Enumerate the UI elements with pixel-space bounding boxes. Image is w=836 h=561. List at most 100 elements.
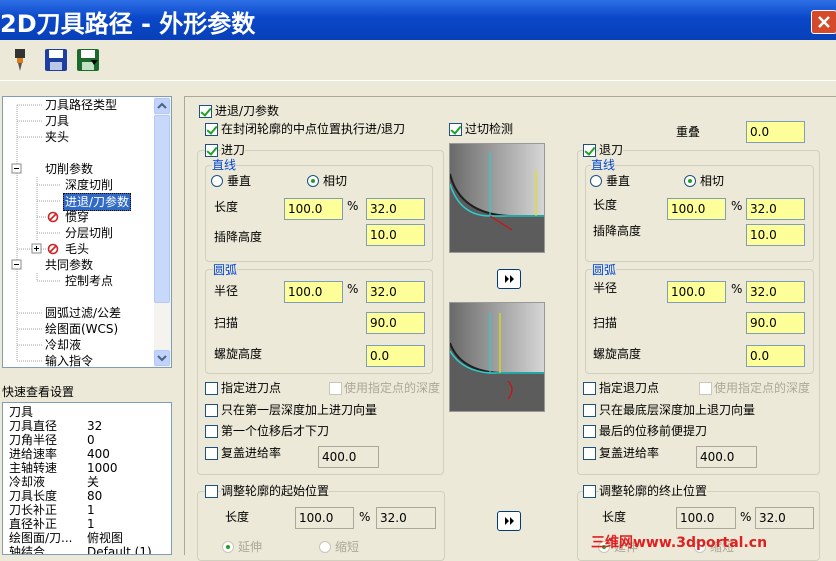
tree-item-tabs[interactable]: 毛头	[65, 241, 89, 257]
double-arrow-right-icon	[505, 517, 514, 525]
tree-item-break-through[interactable]: 惯穿	[65, 209, 89, 225]
exit-helix-input[interactable]: 0.0	[746, 345, 805, 367]
entry-checkbox[interactable]	[205, 144, 218, 157]
close-icon	[818, 16, 830, 28]
adjust-start-percent-input[interactable]: 100.0	[295, 507, 354, 529]
adjust-end-length-input[interactable]: 32.0	[755, 507, 814, 529]
copy-adjust-button[interactable]	[497, 511, 521, 531]
tree-item-linking-params[interactable]: 共同参数	[45, 257, 93, 273]
entry-feed-override-checkbox[interactable]	[205, 447, 218, 460]
tree-item-arc-filter[interactable]: 圆弧过滤/公差	[45, 305, 121, 321]
exit-preview-image	[449, 302, 545, 412]
watermark: 三维网www.3dportal.cn	[591, 535, 768, 551]
adjust-end-percent-input[interactable]: 100.0	[676, 507, 736, 529]
percent-sign: %	[347, 199, 359, 213]
entry-first-depth-checkbox[interactable]	[205, 404, 218, 417]
tree-item-tool[interactable]: 刀具	[45, 113, 69, 129]
entry-preview-image	[449, 143, 545, 253]
exit-feed-input[interactable]: 400.0	[696, 446, 757, 468]
exit-point-label: 指定退刀点	[599, 381, 660, 395]
entry-use-point-depth-checkbox[interactable]	[329, 382, 342, 395]
exit-title: 退刀	[599, 143, 624, 157]
entry-length-input[interactable]: 32.0	[366, 198, 425, 220]
adjust-start-shorten-radio[interactable]	[319, 541, 331, 553]
title-bar: 2D刀具路径 - 外形参数	[0, 0, 836, 40]
exit-sweep-label: 扫描	[593, 316, 618, 330]
scroll-up-button[interactable]	[154, 98, 170, 114]
exit-perpendicular-label: 垂直	[606, 174, 631, 188]
entry-first-move-checkbox[interactable]	[205, 425, 218, 438]
chevron-up-icon	[157, 102, 167, 109]
save-as-icon[interactable]	[76, 48, 100, 72]
quickview-value: 400	[87, 447, 110, 461]
entry-perpendicular-radio[interactable]	[211, 175, 223, 187]
entry-helix-label: 螺旋高度	[214, 347, 263, 361]
exit-feed-override-checkbox[interactable]	[583, 447, 596, 460]
chevron-down-icon	[157, 355, 167, 362]
adjust-end-checkbox[interactable]	[583, 485, 596, 498]
quickview-value: 俯视图	[87, 531, 124, 545]
adjust-start-checkbox[interactable]	[205, 485, 218, 498]
tree-item-coolant[interactable]: 冷却液	[45, 337, 81, 353]
entry-radius-label: 半径	[214, 284, 239, 298]
tree-item-planes[interactable]: 绘图面(WCS)	[45, 321, 118, 337]
quickview-key: 轴结合	[9, 545, 46, 555]
tree-item-depth-cuts[interactable]: 深度切削	[65, 177, 113, 193]
percent-sign: %	[359, 510, 371, 524]
entry-sweep-label: 扫描	[214, 316, 239, 330]
exit-last-move-checkbox[interactable]	[583, 425, 596, 438]
tree-item-toolpath-type[interactable]: 刀具路径类型	[45, 97, 117, 113]
entry-feed-input[interactable]: 400.0	[318, 446, 379, 468]
entry-radius-percent-input[interactable]: 100.0	[284, 281, 343, 303]
exit-length-percent-input[interactable]: 100.0	[667, 198, 726, 220]
midpoint-checkbox[interactable]	[205, 123, 218, 136]
close-button[interactable]	[811, 10, 836, 34]
entry-ramp-input[interactable]: 10.0	[366, 224, 425, 246]
entry-point-checkbox[interactable]	[205, 382, 218, 395]
adjust-start-title: 调整轮廓的起始位置	[221, 484, 330, 498]
save-icon[interactable]	[44, 48, 68, 72]
tree-scrollbar[interactable]	[154, 97, 171, 367]
exit-ramp-input[interactable]: 10.0	[746, 224, 805, 246]
entry-radius-input[interactable]: 32.0	[366, 281, 425, 303]
exit-radius-percent-input[interactable]: 100.0	[667, 281, 726, 303]
copy-to-exit-button[interactable]	[497, 269, 521, 289]
tree-item-misc[interactable]: 输入指令	[45, 353, 93, 367]
entry-tangent-label: 相切	[323, 174, 348, 188]
entry-exit-checkbox[interactable]	[199, 105, 212, 118]
adjust-start-length-input[interactable]: 32.0	[376, 507, 436, 529]
overcut-checkbox[interactable]	[449, 123, 462, 136]
tree-item-cut-params[interactable]: 切削参数	[45, 161, 93, 177]
scroll-down-button[interactable]	[154, 350, 170, 366]
exit-point-checkbox[interactable]	[583, 382, 596, 395]
quickview-key: 主轴转速	[9, 461, 58, 475]
exit-last-depth-checkbox[interactable]	[583, 404, 596, 417]
tree-item-holder[interactable]: 夹头	[45, 129, 69, 145]
exit-perpendicular-radio[interactable]	[590, 175, 602, 187]
double-arrow-right-icon	[505, 275, 514, 283]
entry-tangent-radio[interactable]	[307, 175, 319, 187]
exit-use-point-depth-checkbox[interactable]	[699, 382, 712, 395]
exit-radius-input[interactable]: 32.0	[746, 281, 805, 303]
entry-helix-input[interactable]: 0.0	[366, 345, 425, 367]
tree-item-multi-passes[interactable]: 分层切削	[65, 225, 113, 241]
percent-sign: %	[347, 282, 359, 296]
entry-length-percent-input[interactable]: 100.0	[284, 198, 343, 220]
scroll-thumb[interactable]	[154, 115, 170, 303]
tool-icon[interactable]	[8, 48, 32, 72]
entry-length-label: 长度	[214, 200, 239, 214]
quickview-value: 1	[87, 517, 95, 531]
exit-length-input[interactable]: 32.0	[746, 198, 805, 220]
adjust-start-extend-label: 延伸	[238, 540, 263, 554]
exit-helix-label: 螺旋高度	[593, 347, 642, 361]
overlap-input[interactable]: 0.0	[746, 121, 805, 143]
exit-checkbox[interactable]	[583, 144, 596, 157]
adjust-start-extend-radio[interactable]	[222, 541, 234, 553]
tree-item-control-points[interactable]: 控制考点	[65, 273, 113, 289]
window-title: 2D刀具路径 - 外形参数	[0, 10, 256, 38]
entry-sweep-input[interactable]: 90.0	[366, 312, 425, 334]
exit-tangent-radio[interactable]	[684, 175, 696, 187]
exit-sweep-input[interactable]: 90.0	[746, 312, 805, 334]
disabled-icon	[47, 211, 59, 223]
parameter-tree: 刀具路径类型 刀具 夹头 切削参数 深度切削 进退/刀参数 惯穿 分层切削 毛头…	[2, 96, 172, 368]
